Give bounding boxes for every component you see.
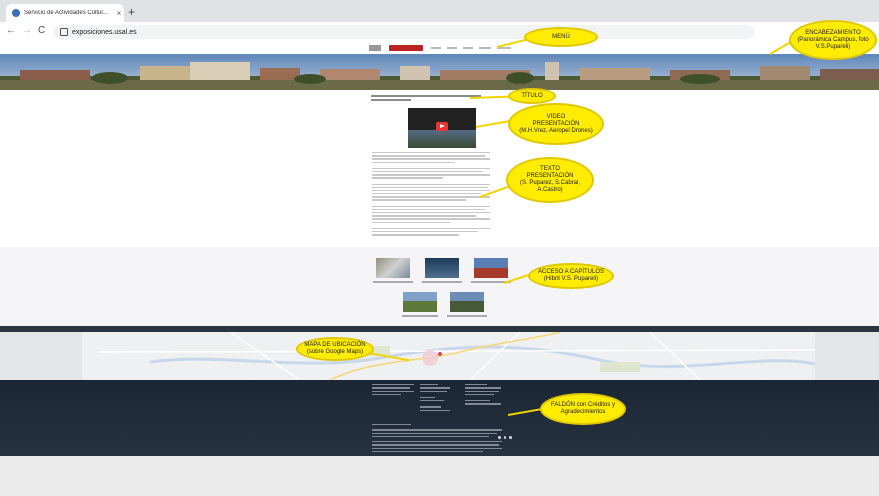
footer-column xyxy=(372,384,414,397)
lock-icon xyxy=(60,28,68,36)
browser-tab[interactable]: Servicio de Actividades Cultur... × xyxy=(6,4,124,22)
site-menu-bar xyxy=(0,42,879,54)
usal-logo[interactable] xyxy=(368,45,381,51)
annotation-chapters: ACCESO A CAPÍTULOS (Hibrit V.S. Pupareli… xyxy=(528,263,614,289)
presentation-video[interactable] xyxy=(408,108,476,148)
annotation-menu: MENÚ xyxy=(524,27,598,47)
footer-column xyxy=(465,384,501,407)
annotation-map: MAPA DE UBICACIÓN (sobre Google Maps) xyxy=(296,337,374,361)
chapter-label[interactable] xyxy=(422,281,462,283)
annotation-video: VIDEO PRESENTACIÓN (M.H.Vrez, Aeropel Dr… xyxy=(508,103,604,145)
presentation-text xyxy=(372,152,490,240)
chapter-thumbnail[interactable] xyxy=(403,292,437,312)
social-icons[interactable] xyxy=(498,436,512,439)
address-bar[interactable]: exposiciones.usal.es xyxy=(54,25,754,39)
chapter-label[interactable] xyxy=(447,315,487,317)
chapter-thumbnail[interactable] xyxy=(376,258,410,278)
reload-button[interactable]: C xyxy=(38,25,45,37)
chapter-thumbnail[interactable] xyxy=(474,258,508,278)
university-logo[interactable] xyxy=(388,45,423,51)
chapter-label[interactable] xyxy=(373,281,413,283)
annotation-header: ENCABEZAMIENTO (Panorámica Campus, foto … xyxy=(789,20,877,60)
campus-panorama xyxy=(0,54,879,90)
annotation-text: TEXTO PRESENTACIÓN (S. Puparez, S.Cabral… xyxy=(506,157,594,203)
chapter-thumbnail[interactable] xyxy=(425,258,459,278)
globe-icon xyxy=(12,9,20,17)
chapter-label[interactable] xyxy=(402,315,438,317)
footer-column xyxy=(420,384,450,413)
tab-title: Servicio de Actividades Cultur... xyxy=(24,10,109,16)
menu-item[interactable] xyxy=(430,47,441,49)
play-icon[interactable] xyxy=(436,122,448,131)
annotation-title: TÍTULO xyxy=(508,88,556,104)
menu-item[interactable] xyxy=(478,47,491,49)
footer-credits-text xyxy=(372,424,502,454)
menu-item[interactable] xyxy=(462,47,473,49)
video-thumbnail xyxy=(408,130,476,148)
chapter-thumbnail[interactable] xyxy=(450,292,484,312)
url-text: exposiciones.usal.es xyxy=(72,28,137,36)
annotation-footer: FALDÓN con Créditos y Agradecimientos xyxy=(540,393,626,425)
location-map[interactable] xyxy=(0,332,879,380)
back-button[interactable]: ← xyxy=(6,25,16,37)
new-tab-button[interactable]: + xyxy=(128,6,135,18)
forward-button[interactable]: → xyxy=(22,25,32,37)
page-bottom xyxy=(0,456,879,496)
close-tab-icon[interactable]: × xyxy=(114,9,124,18)
menu-item[interactable] xyxy=(446,47,457,49)
